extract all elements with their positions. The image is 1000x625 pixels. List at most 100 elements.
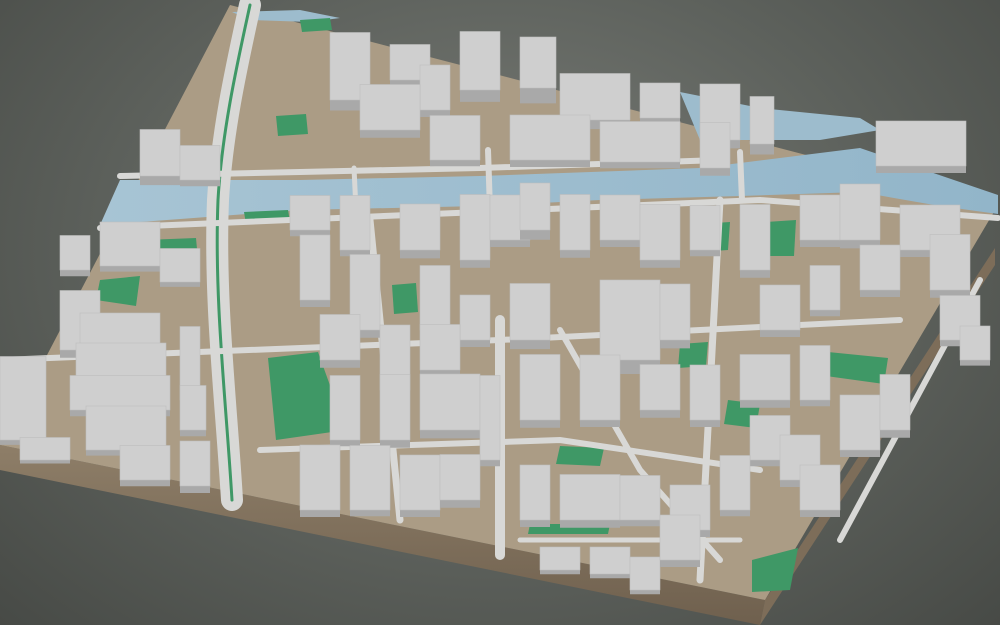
building-face xyxy=(630,590,660,595)
model-viewport[interactable] xyxy=(0,0,1000,625)
building-face xyxy=(300,300,330,307)
building-roof xyxy=(599,194,641,241)
building-roof xyxy=(419,64,451,111)
building-face xyxy=(700,168,730,176)
building-roof xyxy=(59,235,91,271)
building-roof xyxy=(479,375,501,461)
building-face xyxy=(460,340,490,347)
building-face xyxy=(800,240,840,247)
building-face xyxy=(510,340,550,350)
building-roof xyxy=(799,194,841,241)
building-roof xyxy=(289,195,331,231)
park-small-1 xyxy=(392,283,418,314)
building-face xyxy=(640,410,680,418)
building-face xyxy=(560,520,620,528)
building-face xyxy=(520,230,550,240)
building-face xyxy=(160,282,200,287)
building-roof xyxy=(519,182,551,231)
building-face xyxy=(640,260,680,268)
building-roof xyxy=(559,474,621,521)
building-roof xyxy=(459,31,501,91)
building-roof xyxy=(719,455,751,511)
building-roof xyxy=(519,464,551,521)
building-roof xyxy=(659,283,691,341)
building-face xyxy=(740,400,790,408)
building-roof xyxy=(799,345,831,401)
building-roof xyxy=(519,36,557,89)
building-face xyxy=(510,160,590,167)
building-face xyxy=(880,430,910,438)
building-roof xyxy=(639,204,681,261)
bridge-2 xyxy=(737,149,745,203)
park-south-1 xyxy=(556,446,604,466)
building-face xyxy=(876,166,966,173)
building-roof xyxy=(509,283,551,341)
building-roof xyxy=(19,437,71,461)
building-face xyxy=(460,90,500,102)
building-face xyxy=(600,162,680,169)
building-roof xyxy=(599,279,661,361)
building-roof xyxy=(379,374,411,441)
park-north-1 xyxy=(300,18,332,32)
building-roof xyxy=(519,354,561,421)
building-face xyxy=(60,270,90,277)
building-roof xyxy=(439,454,481,501)
building-face xyxy=(180,486,210,493)
building-roof xyxy=(689,205,721,251)
building-roof xyxy=(399,203,441,251)
building-face xyxy=(580,420,620,427)
building-face xyxy=(620,520,660,527)
building-face xyxy=(660,340,690,349)
building-face xyxy=(400,250,440,259)
building-roof xyxy=(875,120,967,167)
building-face xyxy=(520,520,550,527)
building-roof xyxy=(69,375,171,411)
building-face xyxy=(520,88,556,104)
building-roof xyxy=(559,194,591,251)
building-roof xyxy=(139,129,181,177)
building-roof xyxy=(75,342,167,379)
building-roof xyxy=(929,234,971,291)
building-face xyxy=(400,510,440,517)
building-roof xyxy=(799,464,841,511)
building-face xyxy=(440,500,480,508)
building-roof xyxy=(419,265,451,331)
building-face xyxy=(760,330,800,337)
building-roof xyxy=(809,265,841,311)
park-riverbank-2 xyxy=(276,114,308,136)
building-face xyxy=(840,450,880,457)
building-roof xyxy=(659,514,701,561)
building-face xyxy=(120,480,170,487)
building-roof xyxy=(179,385,207,431)
building-roof xyxy=(179,145,221,181)
building-roof xyxy=(319,314,361,361)
building-roof xyxy=(759,284,801,331)
building-roof xyxy=(329,375,361,441)
building-roof xyxy=(339,195,371,251)
building-roof xyxy=(589,546,631,575)
building-face xyxy=(720,510,750,517)
building-roof xyxy=(579,354,621,421)
building-face xyxy=(20,460,70,464)
building-roof xyxy=(99,221,161,267)
city-model-scene[interactable] xyxy=(0,0,1000,625)
building-face xyxy=(860,290,900,297)
building-roof xyxy=(85,405,167,451)
building-roof xyxy=(419,324,461,371)
building-face xyxy=(360,130,420,138)
building-roof xyxy=(559,73,631,121)
building-face xyxy=(810,310,840,317)
building-roof xyxy=(119,445,171,481)
building-roof xyxy=(959,325,991,361)
building-face xyxy=(140,176,180,186)
building-face xyxy=(460,260,490,268)
building-face xyxy=(660,560,700,567)
building-face xyxy=(690,420,720,427)
building-roof xyxy=(459,194,491,261)
building-face xyxy=(800,510,840,517)
building-face xyxy=(180,430,206,437)
building-face xyxy=(180,180,220,187)
building-roof xyxy=(689,364,721,421)
building-roof xyxy=(739,204,771,271)
building-roof xyxy=(179,440,211,487)
